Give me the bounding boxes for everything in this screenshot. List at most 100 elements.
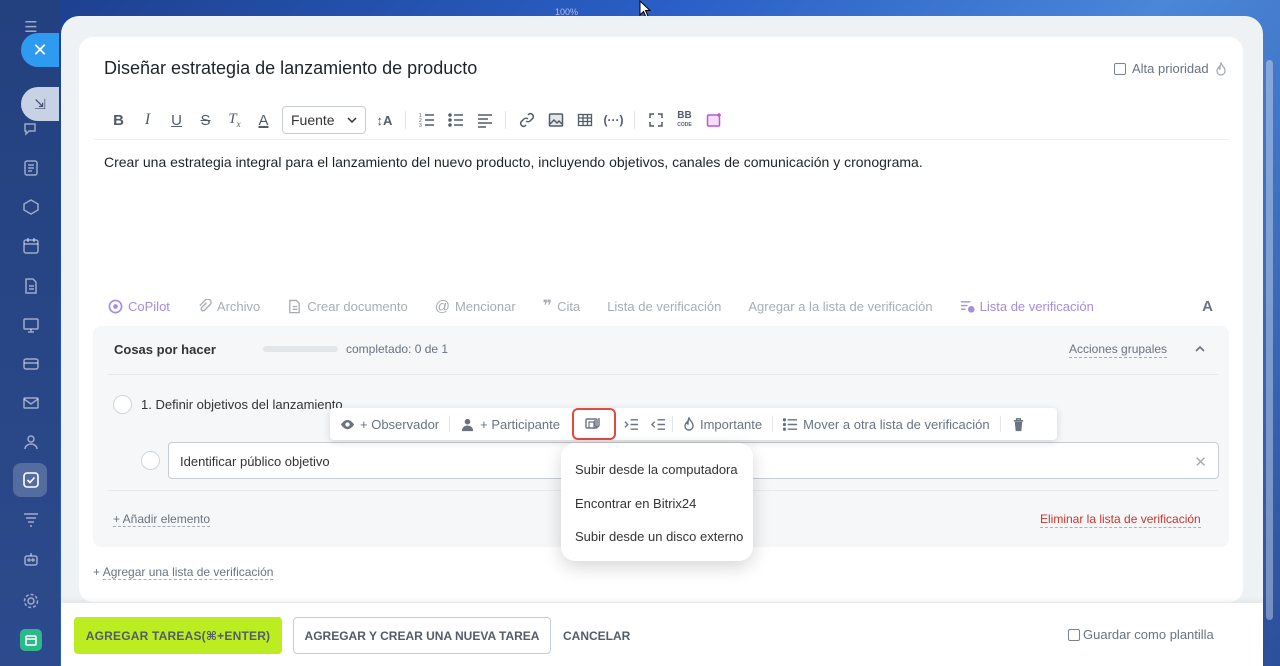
- clear-format-icon[interactable]: Tx: [220, 106, 249, 134]
- strikethrough-icon[interactable]: S: [191, 106, 220, 134]
- add-and-create-new-task-button[interactable]: AGREGAR Y CREAR UNA NUEVA TAREA: [293, 617, 551, 654]
- quote-button[interactable]: ❞ Cita: [543, 296, 581, 316]
- chevron-down-icon: [347, 117, 357, 123]
- chat-icon[interactable]: [20, 118, 42, 140]
- copilot-button[interactable]: CoPilot: [108, 299, 170, 314]
- active-checklist-button[interactable]: Lista de verificación: [960, 299, 1094, 314]
- indent-icon: [624, 418, 639, 430]
- feed-icon[interactable]: [20, 157, 42, 179]
- toolbar-divider: [634, 111, 635, 129]
- add-to-checklist-label: Agregar a la lista de verificación: [748, 298, 933, 314]
- numbered-list-icon[interactable]: 123: [412, 106, 441, 134]
- file-label: Archivo: [216, 298, 261, 314]
- tasks-icon[interactable]: [20, 469, 42, 491]
- add-tasks-button[interactable]: AGREGAR TAREAS(⌘+ENTER): [74, 617, 282, 654]
- italic-icon[interactable]: I: [133, 106, 162, 134]
- table-icon[interactable]: [570, 106, 599, 134]
- create-document-button[interactable]: Crear documento: [287, 298, 408, 314]
- find-in-bitrix24-option[interactable]: Encontrar en Bitrix24: [575, 496, 696, 511]
- mail-icon[interactable]: [20, 392, 42, 414]
- code-icon[interactable]: (···): [599, 106, 628, 134]
- high-priority-toggle[interactable]: Alta prioridad: [1114, 61, 1227, 76]
- paperclip-icon: [199, 298, 212, 311]
- create-document-label: Crear documento: [307, 298, 408, 314]
- svg-text:3: 3: [419, 123, 422, 128]
- new-item-checkbox[interactable]: [141, 451, 160, 470]
- bold-icon[interactable]: B: [104, 106, 133, 134]
- move-to-checklist-button[interactable]: Mover a otra lista de verificación: [773, 408, 999, 440]
- text-color-icon[interactable]: A: [249, 106, 278, 134]
- page-scrollbar[interactable]: [1266, 60, 1273, 620]
- market-icon[interactable]: [20, 629, 42, 651]
- checklist-progress-bar: [263, 346, 338, 352]
- move-to-checklist-label: Mover a otra lista de verificación: [803, 416, 990, 432]
- underline-icon[interactable]: U: [162, 106, 191, 134]
- projects-icon[interactable]: [20, 196, 42, 218]
- add-observer-button[interactable]: + Observador: [330, 408, 449, 440]
- add-participant-label: + Participante: [480, 416, 560, 432]
- group-actions-link[interactable]: Acciones grupales: [1069, 342, 1168, 358]
- add-observer-label: + Observador: [360, 416, 440, 432]
- toolbar-divider: [505, 111, 506, 129]
- font-select[interactable]: Fuente: [282, 106, 366, 134]
- minimize-icon: ⇲: [34, 95, 46, 112]
- cancel-button[interactable]: CANCELAR: [563, 629, 630, 643]
- chevron-up-icon[interactable]: [1193, 342, 1207, 356]
- save-as-template-checkbox[interactable]: [1068, 628, 1080, 641]
- minimize-slider-button[interactable]: ⇲: [21, 87, 59, 121]
- clear-icon[interactable]: ✕: [1194, 453, 1207, 471]
- add-item-label: + Añadir elemento: [113, 512, 211, 527]
- outdent-button[interactable]: [645, 408, 672, 440]
- item-complete-checkbox[interactable]: [113, 395, 132, 414]
- bbcode-icon[interactable]: BB CODE: [670, 106, 699, 134]
- important-label: Importante: [699, 416, 763, 432]
- font-select-value: Fuente: [291, 112, 335, 128]
- attach-file-icon: [585, 418, 600, 429]
- link-icon[interactable]: [512, 106, 541, 134]
- funnel-icon[interactable]: [20, 509, 42, 531]
- upload-from-computer-option[interactable]: Subir desde la computadora: [575, 462, 738, 477]
- documents-icon[interactable]: [20, 275, 42, 297]
- robot-icon[interactable]: [20, 548, 42, 570]
- add-checklist-link[interactable]: + Agregar una lista de verificación: [93, 565, 274, 580]
- add-to-checklist-button[interactable]: Agregar a la lista de verificación: [748, 299, 932, 314]
- fullscreen-icon[interactable]: [641, 106, 670, 134]
- add-participant-button[interactable]: + Participante: [450, 408, 570, 440]
- checklist-button[interactable]: Lista de verificación: [607, 299, 721, 314]
- upload-from-external-disk-option[interactable]: Subir desde un disco externo: [575, 529, 743, 544]
- save-as-template-toggle[interactable]: Guardar como plantilla: [1068, 627, 1214, 642]
- boards-icon[interactable]: [20, 314, 42, 336]
- high-priority-checkbox[interactable]: [1114, 62, 1126, 75]
- contacts-icon[interactable]: [20, 431, 42, 453]
- task-description-editor[interactable]: Crear una estrategia integral para el la…: [104, 154, 923, 170]
- checklist-label: Lista de verificación: [607, 298, 722, 314]
- checklist-title[interactable]: Cosas por hacer: [114, 342, 216, 357]
- indent-button[interactable]: [618, 408, 645, 440]
- settings-icon[interactable]: [20, 590, 42, 612]
- calendar-icon[interactable]: [20, 235, 42, 257]
- checklist-item[interactable]: 1. Definir objetivos del lanzamiento: [141, 397, 343, 412]
- mention-button[interactable]: @ Mencionar: [435, 298, 516, 315]
- image-icon[interactable]: [541, 106, 570, 134]
- document-icon: [289, 299, 301, 313]
- close-slider-button[interactable]: ✕: [21, 33, 59, 67]
- copilot-label: CoPilot: [128, 298, 170, 314]
- important-button[interactable]: Importante: [673, 408, 772, 440]
- quote-label: Cita: [557, 298, 581, 314]
- text-format-toggle[interactable]: A: [1202, 298, 1213, 315]
- file-button[interactable]: Archivo: [197, 298, 261, 314]
- align-icon[interactable]: [470, 106, 499, 134]
- attach-file-button[interactable]: [571, 408, 616, 440]
- task-title-input[interactable]: Diseñar estrategia de lanzamiento de pro…: [104, 58, 477, 79]
- payments-icon[interactable]: [20, 353, 42, 375]
- add-item-link[interactable]: + Añadir elemento: [113, 512, 211, 527]
- copilot-icon: [108, 299, 123, 313]
- mention-label: Mencionar: [454, 298, 516, 314]
- delete-item-button[interactable]: [1001, 408, 1036, 440]
- copilot-image-icon[interactable]: [699, 106, 728, 134]
- save-as-template-label: Guardar como plantilla: [1083, 627, 1214, 642]
- bulleted-list-icon[interactable]: [441, 106, 470, 134]
- font-size-icon[interactable]: ↕A: [370, 106, 399, 134]
- delete-checklist-link[interactable]: Eliminar la lista de verificación: [1040, 512, 1201, 528]
- at-sign-icon: @: [434, 297, 450, 315]
